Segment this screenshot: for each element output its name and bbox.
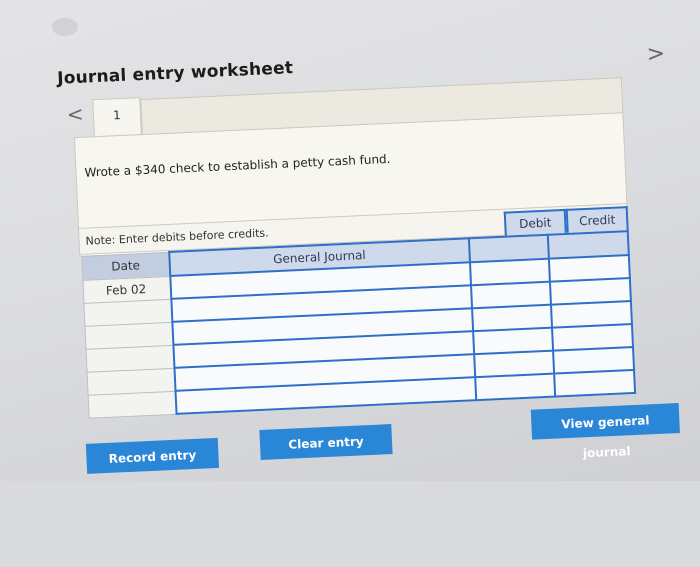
clear-entry-button[interactable]: Clear entry bbox=[259, 424, 393, 460]
chevron-right-icon[interactable]: > bbox=[646, 41, 666, 67]
chevron-left-icon[interactable]: < bbox=[66, 102, 84, 127]
debit-header-tab: Debit bbox=[503, 208, 567, 236]
general-journal-table: Date General Journal Feb 02 bbox=[81, 230, 637, 419]
date-cell bbox=[88, 390, 177, 418]
transaction-description: Wrote a $340 check to establish a petty … bbox=[84, 151, 391, 180]
debit-input[interactable] bbox=[475, 373, 556, 401]
journal-entry-panel: Journal entry worksheet < > 1 Wrote a $3… bbox=[30, 0, 700, 567]
record-entry-button[interactable]: Record entry bbox=[85, 437, 220, 474]
debit-column-header bbox=[468, 234, 550, 263]
credit-input[interactable] bbox=[554, 369, 636, 397]
credit-column-header bbox=[548, 231, 629, 259]
credit-header-tab: Credit bbox=[565, 206, 629, 233]
page-title: Journal entry worksheet bbox=[56, 58, 294, 89]
tab-transaction-1[interactable]: 1 bbox=[92, 97, 142, 138]
view-general-journal-button[interactable]: View general journal bbox=[530, 402, 680, 460]
screen-background: Journal entry worksheet < > 1 Wrote a $3… bbox=[0, 0, 700, 481]
note-text: Note: Enter debits before credits. bbox=[85, 226, 269, 248]
